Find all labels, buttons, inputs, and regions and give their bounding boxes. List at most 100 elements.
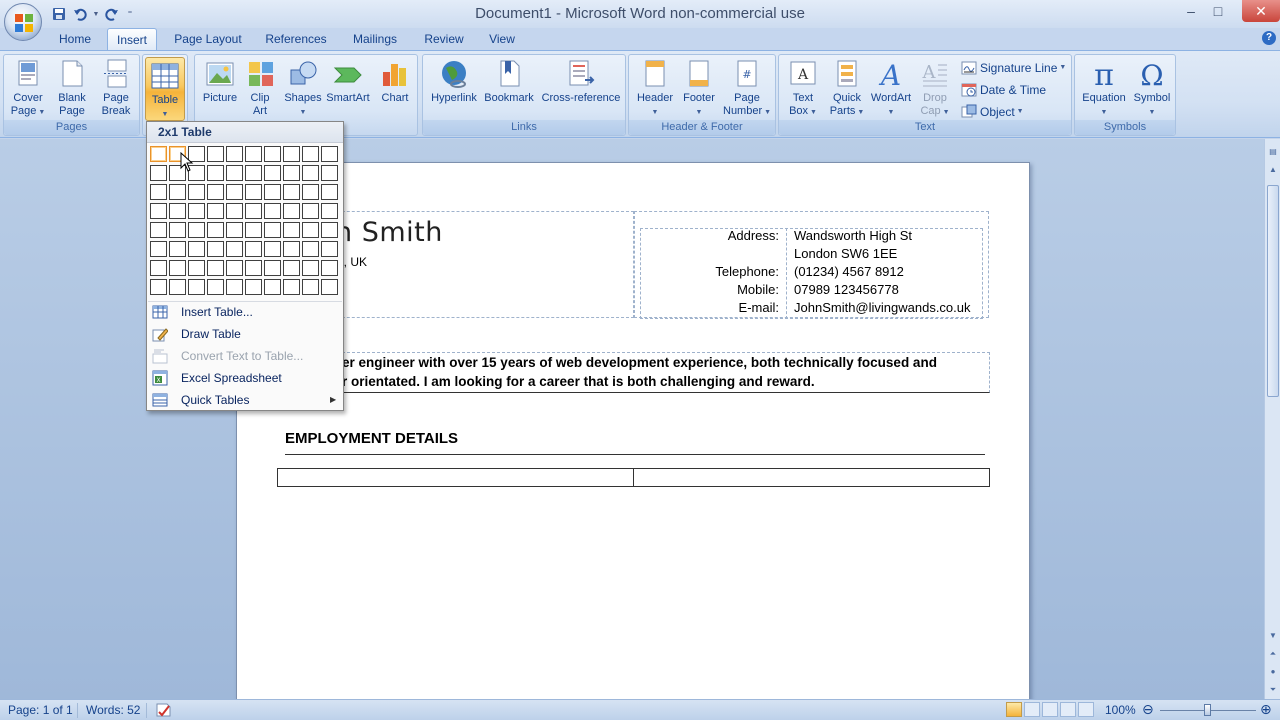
hyperlink-button[interactable]: Hyperlink (427, 58, 481, 105)
table-button[interactable]: Table ▼ (145, 57, 185, 121)
table-grid-cell[interactable] (169, 241, 186, 257)
web-layout-icon[interactable] (1042, 702, 1058, 717)
wordart-button[interactable]: A WordArt ▼ (867, 58, 915, 119)
table-grid-cell[interactable] (321, 260, 338, 276)
zoom-level[interactable]: 100% (1105, 703, 1136, 717)
header-button[interactable]: Header ▼ (633, 58, 677, 119)
table-grid-cell[interactable] (226, 241, 243, 257)
table-grid-cell[interactable] (283, 222, 300, 238)
table-grid-cell[interactable] (169, 203, 186, 219)
table-grid-cell[interactable] (321, 279, 338, 295)
table-grid-cell[interactable] (207, 241, 224, 257)
table-grid-cell[interactable] (207, 279, 224, 295)
table-grid-cell[interactable] (207, 184, 224, 200)
draw-table-item[interactable]: Draw Table (148, 323, 342, 345)
table-grid-cell[interactable] (150, 146, 167, 162)
table-grid-cell[interactable] (264, 260, 281, 276)
table-grid-cell[interactable] (207, 260, 224, 276)
table-grid-cell[interactable] (283, 241, 300, 257)
quick-tables-item[interactable]: Quick Tables ▶ (148, 389, 342, 411)
table-grid-cell[interactable] (226, 165, 243, 181)
text-box-button[interactable]: A Text Box ▼ (783, 58, 823, 119)
help-icon[interactable]: ? (1262, 31, 1276, 45)
table-grid-cell[interactable] (150, 279, 167, 295)
table-grid-cell[interactable] (283, 146, 300, 162)
table-grid-cell[interactable] (188, 260, 205, 276)
vertical-scrollbar[interactable]: ▤ ▲ ▼ ⏶ ● ⏷ (1264, 139, 1280, 699)
table-grid-cell[interactable] (169, 260, 186, 276)
table-grid-cell[interactable] (188, 241, 205, 257)
table-grid-cell[interactable] (188, 222, 205, 238)
table-grid-cell[interactable] (150, 203, 167, 219)
table-grid-cell[interactable] (321, 146, 338, 162)
close-button[interactable]: ✕ (1242, 0, 1280, 22)
table-grid-cell[interactable] (188, 184, 205, 200)
table-grid-cell[interactable] (226, 222, 243, 238)
page-number-button[interactable]: # Page Number ▼ (719, 58, 775, 119)
table-grid-cell[interactable] (264, 184, 281, 200)
drop-cap-button[interactable]: A Drop Cap ▼ (915, 58, 955, 119)
footer-button[interactable]: Footer ▼ (677, 58, 721, 119)
signature-line-button[interactable]: Signature Line ▼ (961, 59, 1066, 77)
table-grid-cell[interactable] (226, 279, 243, 295)
tab-insert[interactable]: Insert (107, 28, 157, 50)
maximize-button[interactable]: □ (1203, 0, 1233, 22)
symbol-button[interactable]: Ω Symbol ▼ (1129, 58, 1175, 119)
select-browse-object-icon[interactable]: ● (1266, 665, 1280, 679)
clip-art-button[interactable]: Clip Art (245, 58, 275, 118)
table-grid-cell[interactable] (245, 260, 262, 276)
zoom-out-icon[interactable]: ⊖ (1142, 701, 1154, 718)
table-grid-cell[interactable] (283, 203, 300, 219)
table-grid-cell[interactable] (188, 279, 205, 295)
zoom-in-icon[interactable]: ⊕ (1260, 701, 1272, 718)
scroll-down-icon[interactable]: ▼ (1266, 629, 1280, 643)
table-grid-cell[interactable] (150, 184, 167, 200)
insert-table-item[interactable]: Insert Table... (148, 301, 342, 323)
table-grid-cell[interactable] (302, 260, 319, 276)
picture-button[interactable]: Picture (199, 58, 241, 105)
table-grid-cell[interactable] (245, 241, 262, 257)
table-grid-cell[interactable] (245, 222, 262, 238)
table-grid-cell[interactable] (283, 165, 300, 181)
ruler-toggle-icon[interactable]: ▤ (1266, 145, 1280, 159)
tab-references[interactable]: References (259, 28, 333, 50)
table-grid-cell[interactable] (169, 184, 186, 200)
proofing-icon[interactable] (155, 702, 172, 720)
excel-spreadsheet-item[interactable]: X Excel Spreadsheet (148, 367, 342, 389)
table-grid-cell[interactable] (321, 241, 338, 257)
table-grid-cell[interactable] (207, 203, 224, 219)
table-grid-cell[interactable] (321, 203, 338, 219)
tab-review[interactable]: Review (417, 28, 471, 50)
table-grid-cell[interactable] (302, 241, 319, 257)
scrollbar-thumb[interactable] (1267, 185, 1279, 397)
table-grid-cell[interactable] (226, 184, 243, 200)
table-grid-cell[interactable] (150, 222, 167, 238)
table-grid-cell[interactable] (226, 260, 243, 276)
table-grid-cell[interactable] (302, 203, 319, 219)
cover-page-button[interactable]: Cover Page ▼ (8, 58, 48, 119)
previous-page-icon[interactable]: ⏶ (1266, 647, 1280, 661)
table-grid-cell[interactable] (226, 146, 243, 162)
smartart-button[interactable]: SmartArt (323, 58, 373, 105)
zoom-slider-thumb[interactable] (1204, 704, 1211, 716)
bookmark-button[interactable]: Bookmark (481, 58, 537, 105)
table-grid-cell[interactable] (321, 222, 338, 238)
table-grid-cell[interactable] (264, 241, 281, 257)
tab-view[interactable]: View (481, 28, 523, 50)
table-grid-cell[interactable] (302, 222, 319, 238)
table-grid-cell[interactable] (150, 165, 167, 181)
date-time-button[interactable]: Date & Time (961, 81, 1046, 99)
table-grid-cell[interactable] (264, 203, 281, 219)
quick-parts-button[interactable]: Quick Parts ▼ (825, 58, 869, 119)
object-button[interactable]: Object ▼ (961, 103, 1024, 121)
table-grid-cell[interactable] (207, 165, 224, 181)
table-grid-cell[interactable] (150, 241, 167, 257)
table-grid-cell[interactable] (264, 165, 281, 181)
tab-home[interactable]: Home (50, 28, 100, 50)
table-grid-cell[interactable] (188, 203, 205, 219)
equation-button[interactable]: π Equation ▼ (1077, 58, 1131, 119)
table-grid-cell[interactable] (245, 165, 262, 181)
chart-button[interactable]: Chart (375, 58, 415, 105)
table-grid-cell[interactable] (283, 279, 300, 295)
table-grid-cell[interactable] (302, 279, 319, 295)
